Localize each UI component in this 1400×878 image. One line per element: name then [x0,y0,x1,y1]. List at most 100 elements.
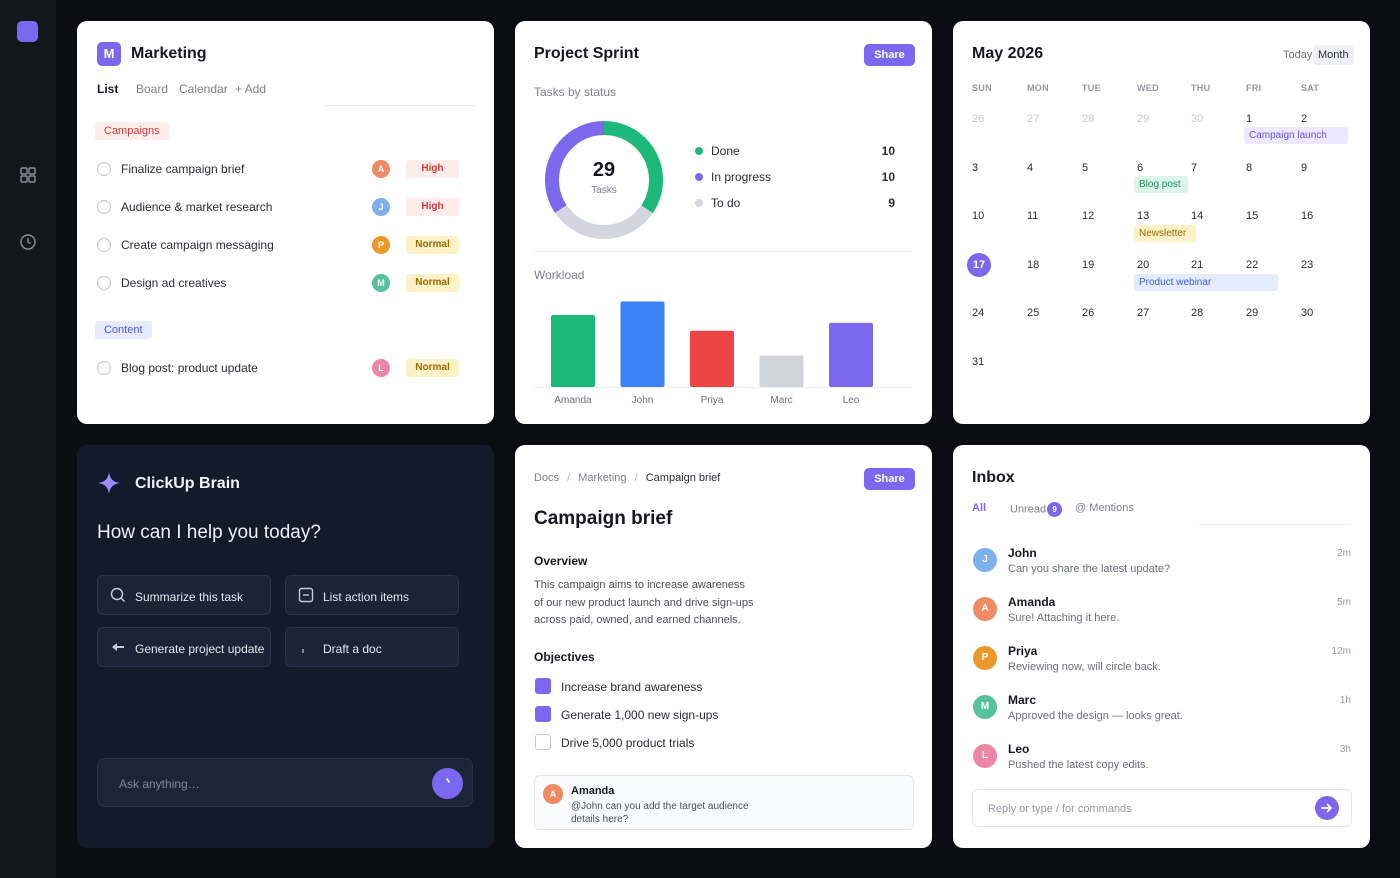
task-label: Finalize campaign brief [121,162,245,176]
task-row[interactable]: Design ad creatives M Normal [97,273,467,293]
breadcrumb-marketing[interactable]: Marketing [578,472,626,484]
clock-icon[interactable] [19,233,37,251]
task-checkbox[interactable] [97,276,111,290]
calendar-day[interactable]: 1 [1246,113,1252,125]
calendar-day[interactable]: 16 [1301,210,1313,222]
today-button[interactable]: Today [1278,45,1317,65]
calendar-day[interactable]: 3 [972,162,978,174]
calendar-day[interactable]: 11 [1027,210,1038,222]
calendar-day[interactable]: 28 [1191,307,1203,319]
calendar-day[interactable]: 27 [1137,307,1149,319]
tab-list[interactable]: List [97,82,118,96]
task-checkbox[interactable] [97,238,111,252]
calendar-day[interactable]: 24 [972,307,984,319]
calendar-day[interactable]: 26 [1082,307,1094,319]
calendar-day[interactable]: 25 [1027,307,1039,319]
task-row[interactable]: Finalize campaign brief A High [97,159,467,179]
inbox-card: Inbox All Unread 9 @ Mentions J John Can… [953,445,1370,848]
share-button[interactable]: Share [864,468,915,490]
inbox-message[interactable]: J John Can you share the latest update? … [973,546,1351,582]
share-button[interactable]: Share [864,44,915,66]
calendar-day[interactable]: 27 [1027,113,1039,125]
tab-mentions[interactable]: @ Mentions [1075,502,1134,514]
calendar-day[interactable]: 12 [1082,210,1094,222]
ask-input[interactable]: Ask anything… [97,758,473,807]
event-blog-post[interactable]: Blog post [1134,176,1188,193]
calendar-day[interactable]: 13 [1137,210,1149,222]
send-button[interactable] [1315,796,1339,820]
calendar-day[interactable]: 29 [1246,307,1258,319]
task-checkbox[interactable] [97,361,111,375]
inbox-message[interactable]: L Leo Pushed the latest copy edits. 3h [973,742,1351,778]
unread-count-badge: 9 [1047,502,1063,517]
inbox-message[interactable]: A Amanda Sure! Attaching it here. 5m [973,595,1351,631]
draft-doc-button[interactable]: Draft a doc [285,627,459,667]
objective-checkbox[interactable] [535,734,551,750]
calendar-day[interactable]: 18 [1027,259,1039,271]
event-product-webinar[interactable]: Product webinar [1134,274,1278,291]
priority-badge[interactable]: High [406,160,459,178]
calendar-day[interactable]: 23 [1301,259,1313,271]
task-row[interactable]: Audience & market research J High [97,197,467,217]
calendar-day[interactable]: 22 [1246,259,1258,271]
calendar-day[interactable]: 15 [1246,210,1258,222]
calendar-day[interactable]: 29 [1137,113,1149,125]
month-view-button[interactable]: Month [1313,45,1354,65]
task-row[interactable]: Create campaign messaging P Normal [97,235,467,255]
avatar: J [372,198,390,216]
priority-badge[interactable]: Normal [406,274,459,292]
task-row[interactable]: Blog post: product update L Normal [97,358,467,378]
calendar-day[interactable]: 7 [1191,162,1197,174]
calendar-day[interactable]: 6 [1137,162,1143,174]
calendar-day[interactable]: 28 [1082,113,1094,125]
calendar-day-today[interactable]: 17 [967,252,991,277]
summarize-task-button[interactable]: Summarize this task [97,575,271,615]
calendar-day[interactable]: 2 [1301,113,1307,125]
inbox-message[interactable]: P Priya Reviewing now, will circle back.… [973,644,1351,680]
tab-all[interactable]: All [972,502,986,514]
calendar-day[interactable]: 20 [1137,259,1149,271]
calendar-day[interactable]: 4 [1027,162,1033,174]
priority-badge[interactable]: Normal [406,236,459,254]
send-button[interactable] [432,768,463,799]
message-sender: Leo [1008,742,1030,756]
inbox-message[interactable]: M Marc Approved the design — looks great… [973,693,1351,729]
calendar-day[interactable]: 30 [1301,307,1313,319]
calendar-day[interactable]: 5 [1082,162,1088,174]
inbox-title: Inbox [972,469,1015,486]
objective-checkbox[interactable] [535,706,551,722]
comment-box[interactable]: A Amanda @John can you add the target au… [534,775,914,830]
event-newsletter[interactable]: Newsletter [1134,225,1196,242]
list-action-items-button[interactable]: List action items [285,575,459,615]
generate-update-button[interactable]: Generate project update [97,627,271,667]
message-time: 3h [1339,744,1351,755]
calendar-day[interactable]: 21 [1191,259,1203,271]
grid-icon[interactable] [19,166,37,184]
task-checkbox[interactable] [97,200,111,214]
calendar-day[interactable]: 8 [1246,162,1252,174]
calendar-day[interactable]: 31 [972,356,984,368]
app-logo[interactable] [17,21,38,42]
calendar-day[interactable]: 26 [972,113,984,125]
priority-badge[interactable]: High [406,198,459,216]
workload-chart-label: Workload [534,268,585,282]
tab-add[interactable]: + Add [235,82,266,96]
group-tag-content[interactable]: Content [95,321,152,339]
bar-leo [829,322,873,387]
objective-checkbox[interactable] [535,678,551,694]
tab-unread[interactable]: Unread 9 [1010,502,1063,517]
tab-board[interactable]: Board [136,82,168,96]
calendar-day[interactable]: 30 [1191,113,1203,125]
priority-badge[interactable]: Normal [406,359,459,377]
tab-calendar[interactable]: Calendar [179,82,228,96]
group-tag-campaigns[interactable]: Campaigns [95,122,169,140]
weekday-header: THU [1191,83,1211,93]
calendar-day[interactable]: 9 [1301,162,1307,174]
event-campaign-launch[interactable]: Campaign launch [1244,127,1348,144]
task-checkbox[interactable] [97,162,111,176]
calendar-day[interactable]: 10 [972,210,984,222]
calendar-day[interactable]: 14 [1191,210,1203,222]
breadcrumb-docs[interactable]: Docs [534,472,559,484]
calendar-day[interactable]: 19 [1082,259,1094,271]
reply-input[interactable]: Reply or type / for commands [972,789,1352,827]
